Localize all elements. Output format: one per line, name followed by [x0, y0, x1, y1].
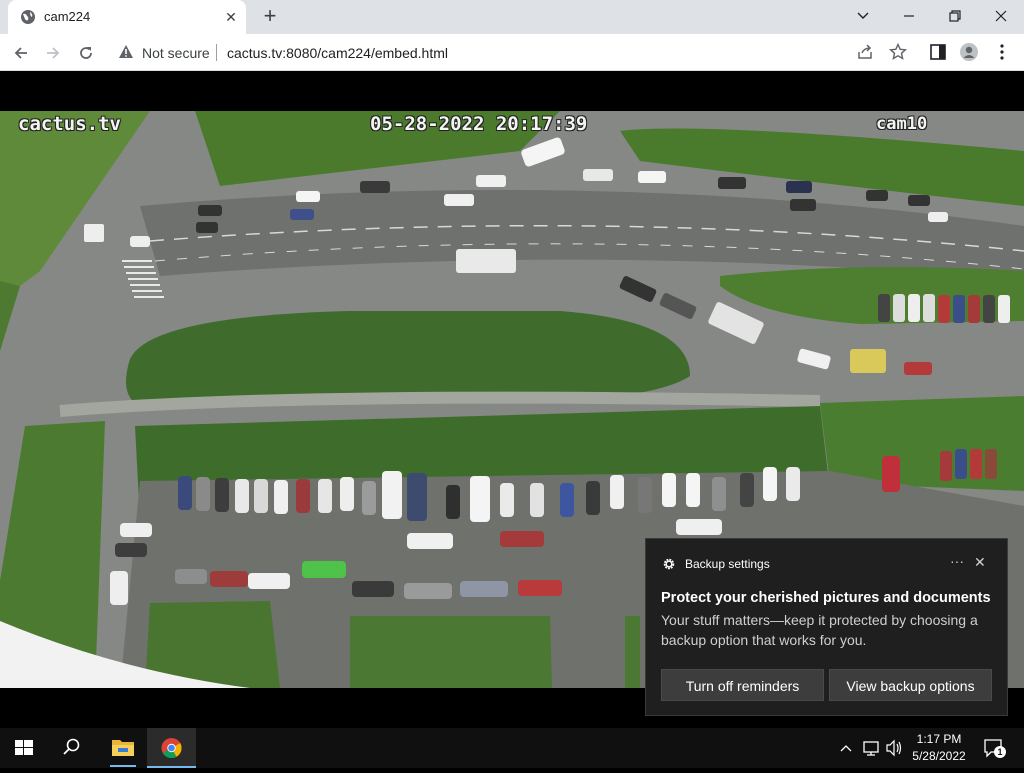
- toast-title: Protect your cherished pictures and docu…: [661, 590, 991, 606]
- camera-timestamp-overlay: 05-28-2022 20:17:39: [370, 113, 588, 135]
- browser-toolbar: Not secure cactus.tv:8080/cam224/embed.h…: [0, 34, 1024, 71]
- windows-start-icon[interactable]: [14, 728, 34, 768]
- taskbar-clock[interactable]: 1:17 PM 5/28/2022: [902, 731, 976, 765]
- share-icon[interactable]: [856, 43, 874, 61]
- toast-more-options-icon[interactable]: ···: [950, 553, 964, 569]
- volume-icon[interactable]: [885, 728, 903, 768]
- turn-off-reminders-button[interactable]: Turn off reminders: [661, 669, 824, 701]
- tab-title: cam224: [44, 9, 91, 24]
- new-tab-plus-icon[interactable]: +: [258, 5, 282, 29]
- backup-settings-toast[interactable]: Backup settings ··· ✕ Protect your cheri…: [645, 538, 1008, 716]
- gear-icon: [663, 558, 675, 570]
- action-center-button[interactable]: 1: [983, 737, 1006, 759]
- camera-id-overlay: cam10: [876, 114, 928, 134]
- network-icon[interactable]: [862, 728, 880, 768]
- browser-tab-active[interactable]: cam224 ✕: [8, 0, 246, 34]
- address-bar[interactable]: Not secure cactus.tv:8080/cam224/embed.h…: [108, 37, 907, 67]
- chevron-up-icon[interactable]: [839, 728, 853, 768]
- chrome-icon: [147, 738, 196, 768]
- address-separator: [216, 44, 217, 61]
- globe-icon: [21, 10, 35, 24]
- restore-window-icon[interactable]: [932, 4, 978, 28]
- clock-date: 5/28/2022: [912, 749, 966, 763]
- more-menu-icon[interactable]: [992, 42, 1012, 62]
- forward-arrow-icon[interactable]: [40, 40, 66, 66]
- bookmark-star-icon[interactable]: [889, 43, 907, 61]
- toast-close-icon[interactable]: ✕: [974, 554, 986, 571]
- notification-count-badge: 1: [994, 746, 1006, 758]
- back-arrow-icon[interactable]: [8, 40, 34, 66]
- clock-time: 1:17 PM: [916, 732, 962, 746]
- profile-avatar-icon[interactable]: [959, 42, 979, 62]
- url-text[interactable]: cactus.tv:8080/cam224/embed.html: [227, 45, 448, 61]
- taskbar: 1:17 PM 5/28/2022 1: [0, 728, 1024, 768]
- chrome-taskbar-button[interactable]: [147, 728, 196, 768]
- search-icon[interactable]: [62, 728, 82, 768]
- toast-body-text: Your stuff matters—keep it protected by …: [661, 612, 978, 648]
- toast-app-name: Backup settings: [685, 557, 770, 571]
- warning-triangle-icon[interactable]: [118, 44, 134, 60]
- security-status-label[interactable]: Not secure: [142, 45, 210, 61]
- file-explorer-icon[interactable]: [110, 728, 136, 768]
- tab-close-icon[interactable]: ✕: [222, 8, 240, 26]
- camera-brand-overlay: cactus.tv: [18, 113, 121, 135]
- close-window-icon[interactable]: [978, 4, 1024, 28]
- tab-search-chevron-icon[interactable]: [840, 4, 886, 28]
- grass-island-center: [126, 311, 690, 403]
- reload-icon[interactable]: [73, 40, 99, 66]
- minimize-window-icon[interactable]: [886, 4, 932, 28]
- tab-strip: cam224 ✕ +: [0, 0, 1024, 34]
- view-backup-options-button[interactable]: View backup options: [829, 669, 992, 701]
- side-panel-icon[interactable]: [928, 42, 948, 62]
